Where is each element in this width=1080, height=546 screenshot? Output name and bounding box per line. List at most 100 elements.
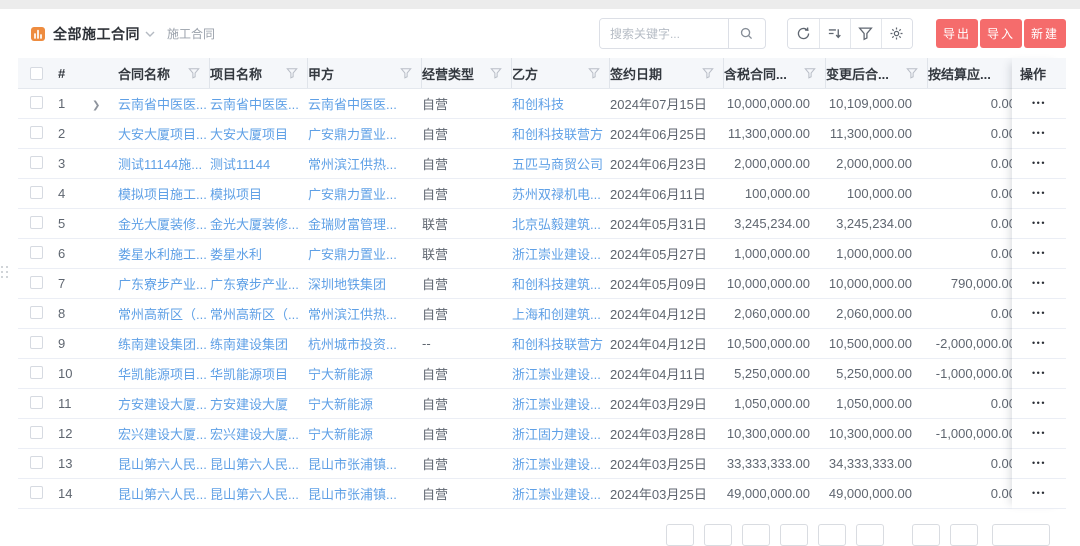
column-filter-icon[interactable] bbox=[804, 67, 816, 79]
party-a-link[interactable]: 昆山市张浦镇... bbox=[308, 484, 422, 503]
party-b-link[interactable]: 浙江崇业建设... bbox=[512, 484, 610, 503]
project-name-link[interactable]: 大安大厦项目 bbox=[210, 124, 308, 143]
row-checkbox[interactable] bbox=[30, 186, 43, 199]
party-b-link[interactable]: 五匹马商贸公司 bbox=[512, 154, 610, 173]
export-button[interactable]: 导出 bbox=[936, 19, 978, 48]
select-all-checkbox[interactable] bbox=[30, 67, 43, 80]
search-button[interactable] bbox=[728, 19, 765, 48]
column-filter-icon[interactable] bbox=[906, 67, 918, 79]
party-a-link[interactable]: 广安鼎力置业... bbox=[308, 244, 422, 263]
party-b-link[interactable]: 浙江崇业建设... bbox=[512, 454, 610, 473]
contract-name-link[interactable]: 昆山第六人民... bbox=[118, 454, 210, 473]
column-filter-icon[interactable] bbox=[188, 67, 200, 79]
party-b-link[interactable]: 和创科技 bbox=[512, 94, 610, 113]
column-filter-icon[interactable] bbox=[702, 67, 714, 79]
settings-button[interactable] bbox=[881, 19, 912, 48]
party-b-link[interactable]: 苏州双禄机电... bbox=[512, 184, 610, 203]
row-actions-button[interactable]: ••• bbox=[1032, 249, 1046, 258]
row-actions-button[interactable]: ••• bbox=[1032, 309, 1046, 318]
table-row[interactable]: 2 大安大厦项目... 大安大厦项目 广安鼎力置业... 自营 和创科技联营方 … bbox=[18, 119, 1066, 149]
panel-drag-handle[interactable] bbox=[1, 266, 8, 278]
party-a-link[interactable]: 昆山市张浦镇... bbox=[308, 454, 422, 473]
party-a-link[interactable]: 金瑞财富管理... bbox=[308, 214, 422, 233]
column-filter-icon[interactable] bbox=[588, 67, 600, 79]
row-actions-button[interactable]: ••• bbox=[1032, 159, 1046, 168]
create-button[interactable]: 新建 bbox=[1024, 19, 1066, 48]
row-actions-button[interactable]: ••• bbox=[1032, 459, 1046, 468]
column-filter-icon[interactable] bbox=[400, 67, 412, 79]
table-row[interactable]: 9 练南建设集团... 练南建设集团 杭州城市投资... -- 和创科技联营方 … bbox=[18, 329, 1066, 359]
row-actions-button[interactable]: ••• bbox=[1032, 489, 1046, 498]
project-name-link[interactable]: 华凯能源项目 bbox=[210, 364, 308, 383]
row-checkbox[interactable] bbox=[30, 246, 43, 259]
search-input[interactable] bbox=[600, 19, 728, 48]
expand-row-icon[interactable]: ❯ bbox=[92, 100, 100, 111]
party-a-link[interactable]: 常州滨江供热... bbox=[308, 304, 422, 323]
row-checkbox[interactable] bbox=[30, 486, 43, 499]
party-b-link[interactable]: 北京弘毅建筑... bbox=[512, 214, 610, 233]
row-actions-button[interactable]: ••• bbox=[1032, 99, 1046, 108]
project-name-link[interactable]: 广东寮步产业... bbox=[210, 274, 308, 293]
row-actions-button[interactable]: ••• bbox=[1032, 279, 1046, 288]
contract-name-link[interactable]: 昆山第六人民... bbox=[118, 484, 210, 503]
row-checkbox[interactable] bbox=[30, 366, 43, 379]
project-name-link[interactable]: 娄星水利 bbox=[210, 244, 308, 263]
party-a-link[interactable]: 广安鼎力置业... bbox=[308, 184, 422, 203]
party-a-link[interactable]: 宁大新能源 bbox=[308, 424, 422, 443]
contract-name-link[interactable]: 宏兴建设大厦... bbox=[118, 424, 210, 443]
contract-name-link[interactable]: 金光大厦装修... bbox=[118, 214, 210, 233]
party-b-link[interactable]: 和创科技建筑... bbox=[512, 274, 610, 293]
party-a-link[interactable]: 宁大新能源 bbox=[308, 364, 422, 383]
party-b-link[interactable]: 上海和创建筑... bbox=[512, 304, 610, 323]
row-checkbox[interactable] bbox=[30, 426, 43, 439]
row-actions-button[interactable]: ••• bbox=[1032, 369, 1046, 378]
filter-button[interactable] bbox=[850, 19, 881, 48]
project-name-link[interactable]: 云南省中医医... bbox=[210, 94, 308, 113]
project-name-link[interactable]: 常州高新区（... bbox=[210, 304, 308, 323]
project-name-link[interactable]: 练南建设集团 bbox=[210, 334, 308, 353]
project-name-link[interactable]: 模拟项目 bbox=[210, 184, 308, 203]
table-row[interactable]: 3 测试11144施... 测试11144 常州滨江供热... 自营 五匹马商贸… bbox=[18, 149, 1066, 179]
project-name-link[interactable]: 昆山第六人民... bbox=[210, 484, 308, 503]
column-filter-icon[interactable] bbox=[490, 67, 502, 79]
project-name-link[interactable]: 方安建设大厦 bbox=[210, 394, 308, 413]
contract-name-link[interactable]: 华凯能源项目... bbox=[118, 364, 210, 383]
row-actions-button[interactable]: ••• bbox=[1032, 399, 1046, 408]
contract-name-link[interactable]: 测试11144施... bbox=[118, 154, 210, 173]
contract-name-link[interactable]: 方安建设大厦... bbox=[118, 394, 210, 413]
column-filter-icon[interactable] bbox=[286, 67, 298, 79]
pagination-partial[interactable] bbox=[656, 524, 1050, 546]
party-a-link[interactable]: 常州滨江供热... bbox=[308, 154, 422, 173]
party-b-link[interactable]: 浙江固力建设... bbox=[512, 424, 610, 443]
table-row[interactable]: 13 昆山第六人民... 昆山第六人民... 昆山市张浦镇... 自营 浙江崇业… bbox=[18, 449, 1066, 479]
table-row[interactable]: 11 方安建设大厦... 方安建设大厦 宁大新能源 自营 浙江崇业建设... 2… bbox=[18, 389, 1066, 419]
table-row[interactable]: 6 娄星水利施工... 娄星水利 广安鼎力置业... 联营 浙江崇业建设... … bbox=[18, 239, 1066, 269]
party-b-link[interactable]: 和创科技联营方 bbox=[512, 334, 610, 353]
table-row[interactable]: 5 金光大厦装修... 金光大厦装修... 金瑞财富管理... 联营 北京弘毅建… bbox=[18, 209, 1066, 239]
table-row[interactable]: 4 模拟项目施工... 模拟项目 广安鼎力置业... 自营 苏州双禄机电... … bbox=[18, 179, 1066, 209]
row-checkbox[interactable] bbox=[30, 276, 43, 289]
row-actions-button[interactable]: ••• bbox=[1032, 339, 1046, 348]
contract-name-link[interactable]: 广东寮步产业... bbox=[118, 274, 210, 293]
party-b-link[interactable]: 浙江崇业建设... bbox=[512, 394, 610, 413]
party-a-link[interactable]: 宁大新能源 bbox=[308, 394, 422, 413]
contract-name-link[interactable]: 娄星水利施工... bbox=[118, 244, 210, 263]
import-button[interactable]: 导入 bbox=[980, 19, 1022, 48]
contract-name-link[interactable]: 云南省中医医... bbox=[118, 94, 210, 113]
table-row[interactable]: 12 宏兴建设大厦... 宏兴建设大厦... 宁大新能源 自营 浙江固力建设..… bbox=[18, 419, 1066, 449]
contract-name-link[interactable]: 模拟项目施工... bbox=[118, 184, 210, 203]
chevron-down-icon[interactable] bbox=[145, 31, 155, 38]
project-name-link[interactable]: 宏兴建设大厦... bbox=[210, 424, 308, 443]
row-checkbox[interactable] bbox=[30, 126, 43, 139]
row-actions-button[interactable]: ••• bbox=[1032, 129, 1046, 138]
party-b-link[interactable]: 浙江崇业建设... bbox=[512, 364, 610, 383]
refresh-button[interactable] bbox=[788, 19, 819, 48]
row-actions-button[interactable]: ••• bbox=[1032, 429, 1046, 438]
row-checkbox[interactable] bbox=[30, 96, 43, 109]
contract-name-link[interactable]: 大安大厦项目... bbox=[118, 124, 210, 143]
party-a-link[interactable]: 深圳地铁集团 bbox=[308, 274, 422, 293]
table-row[interactable]: 1 ❯ 云南省中医医... 云南省中医医... 云南省中医医... 自营 和创科… bbox=[18, 89, 1066, 119]
project-name-link[interactable]: 测试11144 bbox=[210, 154, 308, 173]
row-checkbox[interactable] bbox=[30, 336, 43, 349]
row-checkbox[interactable] bbox=[30, 396, 43, 409]
